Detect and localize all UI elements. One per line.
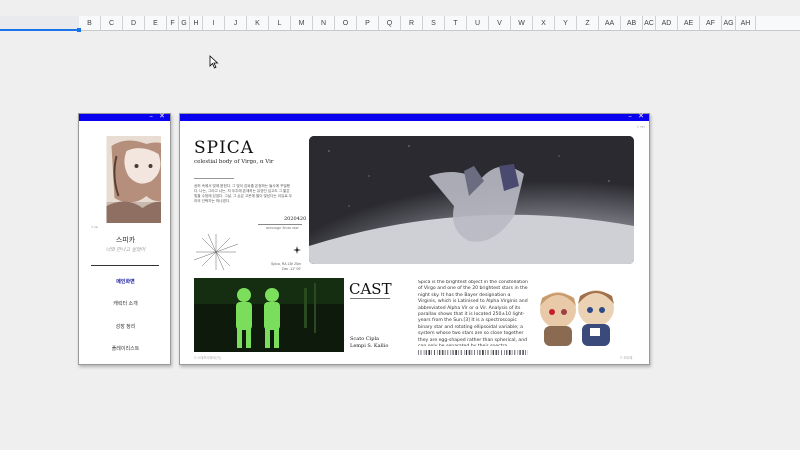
column-header-aa[interactable]: AA: [599, 16, 621, 31]
divider: [91, 265, 159, 266]
column-header-z[interactable]: Z: [577, 16, 599, 31]
column-header-af[interactable]: AF: [700, 16, 722, 31]
window-controls[interactable]: – ✕: [149, 112, 167, 120]
page-title: SPICA: [194, 138, 255, 158]
column-header-y[interactable]: Y: [555, 16, 577, 31]
column-header-j[interactable]: J: [225, 16, 247, 31]
column-header-ah[interactable]: AH: [736, 16, 756, 31]
window-controls[interactable]: – ✕: [628, 112, 646, 120]
window-titlebar[interactable]: – ✕: [79, 112, 170, 121]
menu-item-main[interactable]: 메인화면: [79, 278, 172, 285]
column-header-p[interactable]: P: [357, 16, 379, 31]
window-titlebar[interactable]: – ✕: [180, 112, 649, 121]
column-header-r[interactable]: R: [401, 16, 423, 31]
cast-names: Scato Cipla Lempi S. Kallio: [350, 336, 388, 349]
star-burst-icon: [193, 233, 239, 271]
page-subtitle: celestial body of Virgo, α Vir: [194, 159, 274, 165]
column-header-v[interactable]: V: [489, 16, 511, 31]
column-header-b[interactable]: B: [79, 16, 101, 31]
column-header-k[interactable]: K: [247, 16, 269, 31]
date-rule: [258, 224, 302, 225]
cast-credit: © 스태프리와어(이): [194, 356, 221, 360]
coord-dec: Dec -11° 09': [282, 267, 301, 271]
menu-item-growth[interactable]: 성장 정리: [79, 323, 172, 330]
date-label: 2020420: [284, 216, 307, 222]
column-header-ae[interactable]: AE: [678, 16, 700, 31]
column-header-d[interactable]: D: [123, 16, 145, 31]
column-header-m[interactable]: M: [291, 16, 313, 31]
chibi-credit: © 꼬마해: [620, 356, 633, 360]
column-header-i[interactable]: I: [203, 16, 225, 31]
intro-text: 공허 속에서 빛에 묻힌다. 그 빛이 감싸줄 온정하는 들사에 꾸밀했다. 나…: [194, 184, 292, 203]
cast-photo: [194, 278, 344, 352]
chibi-illustration: [540, 290, 614, 346]
selected-cell[interactable]: [0, 16, 81, 32]
star-coordinates: Spica, RA 13h 25m Dec -11° 09': [257, 262, 301, 272]
column-header-t[interactable]: T: [445, 16, 467, 31]
corner-credit: © 767: [636, 125, 645, 129]
image-credit: © ink: [91, 225, 98, 229]
column-header-q[interactable]: Q: [379, 16, 401, 31]
column-header-e[interactable]: E: [145, 16, 167, 31]
cast-rule: [350, 298, 390, 299]
menu-item-playlist[interactable]: 플레이리스트: [79, 345, 172, 352]
mouse-cursor-icon: [209, 55, 219, 69]
column-header-h[interactable]: H: [190, 16, 203, 31]
column-header-n[interactable]: N: [313, 16, 335, 31]
column-header-c[interactable]: C: [101, 16, 123, 31]
column-header-s[interactable]: S: [423, 16, 445, 31]
spreadsheet-column-header: B C D E F G H I J K L M N O P Q R S T U V W X Y Z AA AB AC AD AE AF AG A…: [0, 16, 800, 32]
column-header-x[interactable]: X: [533, 16, 555, 31]
column-header-l[interactable]: L: [269, 16, 291, 31]
main-window[interactable]: – ✕ © 767 SPICA celestial body of Virgo,…: [179, 112, 650, 365]
profile-window[interactable]: – ✕ © ink 스피카 너와 만나고 싶었어 메인화면 캐릭터 소개 성장 …: [78, 112, 172, 365]
cast-name-2: Lempi S. Kallio: [350, 342, 389, 349]
column-header-f[interactable]: F: [167, 16, 179, 31]
column-header-g[interactable]: G: [179, 16, 190, 31]
cast-heading: CAST: [349, 280, 392, 298]
column-header-ag[interactable]: AG: [722, 16, 736, 31]
profile-tagline: 너와 만나고 싶었어: [105, 247, 146, 253]
star-description: Spica is the brightest object in the con…: [418, 280, 528, 346]
title-underline: [194, 178, 234, 179]
column-header-ac[interactable]: AC: [643, 16, 656, 31]
column-list: B C D E F G H I J K L M N O P Q R S T U V W X Y Z AA AB AC AD AE AF AG A…: [79, 16, 756, 31]
column-header-o[interactable]: O: [335, 16, 357, 31]
message-caption: message from star: [266, 226, 299, 230]
column-header-u[interactable]: U: [467, 16, 489, 31]
character-portrait: [106, 136, 161, 223]
menu-item-characters[interactable]: 캐릭터 소개: [79, 300, 172, 307]
hero-space-image: [309, 136, 634, 264]
sparkle-icon: [293, 246, 301, 254]
profile-name: 스피카: [115, 237, 136, 244]
column-header-w[interactable]: W: [511, 16, 533, 31]
column-header-ab[interactable]: AB: [621, 16, 643, 31]
column-header-ad[interactable]: AD: [656, 16, 678, 31]
barcode-strip: [418, 350, 528, 355]
